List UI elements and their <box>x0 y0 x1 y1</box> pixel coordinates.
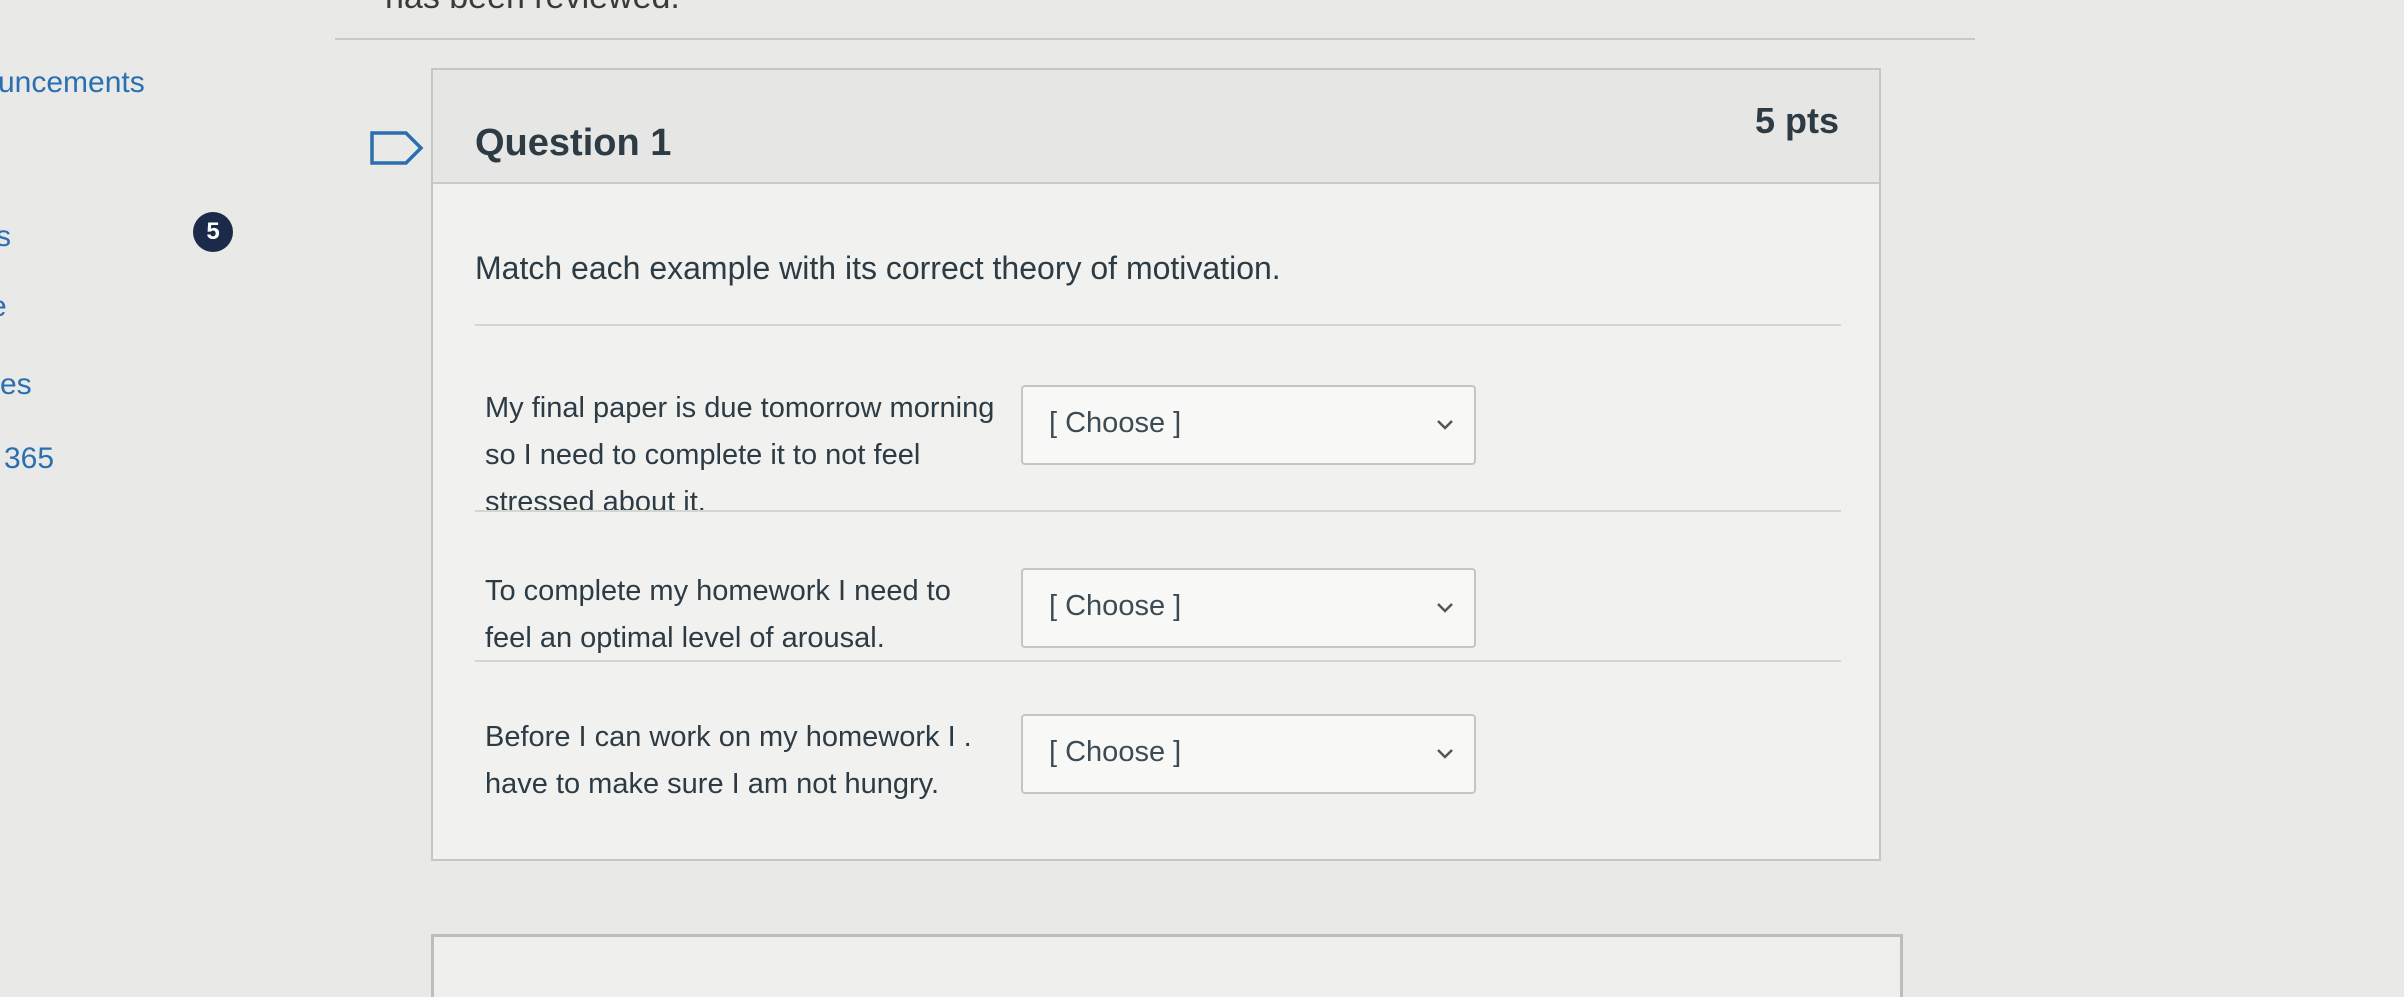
sidebar-count-badge: 5 <box>193 212 233 252</box>
question-header: Question 1 5 pts <box>433 70 1879 184</box>
row-divider <box>475 510 1841 512</box>
match-select[interactable]: [ Choose ] <box>1021 568 1476 648</box>
top-divider <box>335 38 1975 40</box>
match-example-text: To complete my homework I need to feel a… <box>485 575 951 654</box>
flag-icon[interactable] <box>368 130 426 166</box>
question-points: 5 pts <box>1754 100 1839 141</box>
sidebar-item-announcements[interactable]: uncements <box>0 66 145 100</box>
select-value: [ Choose ] <box>1049 736 1182 768</box>
chevron-down-icon <box>1430 738 1460 768</box>
sidebar-item-365[interactable]: 365 <box>4 442 54 476</box>
match-select[interactable]: [ Choose ] <box>1021 714 1476 794</box>
question-card: Question 1 5 pts Match each example with… <box>431 68 1881 861</box>
question-title: Question 1 <box>475 122 672 164</box>
sidebar-item-es[interactable]: es <box>0 368 32 402</box>
prompt-divider <box>475 324 1841 326</box>
match-example-text: My final paper is due tomorrow morning s… <box>485 392 995 518</box>
chevron-down-icon <box>1430 409 1460 439</box>
next-question-card <box>431 934 1903 997</box>
sidebar-item-s[interactable]: s <box>0 220 11 254</box>
sidebar-item-e[interactable]: e <box>0 290 7 324</box>
select-value: [ Choose ] <box>1049 407 1182 439</box>
select-value: [ Choose ] <box>1049 590 1182 622</box>
match-example-text: Before I can work on my homework I . hav… <box>485 721 972 800</box>
chevron-down-icon <box>1430 592 1460 622</box>
top-note: has been reviewed. <box>385 0 680 17</box>
match-select[interactable]: [ Choose ] <box>1021 385 1476 465</box>
row-divider <box>475 660 1841 662</box>
question-prompt: Match each example with its correct theo… <box>475 250 1281 286</box>
